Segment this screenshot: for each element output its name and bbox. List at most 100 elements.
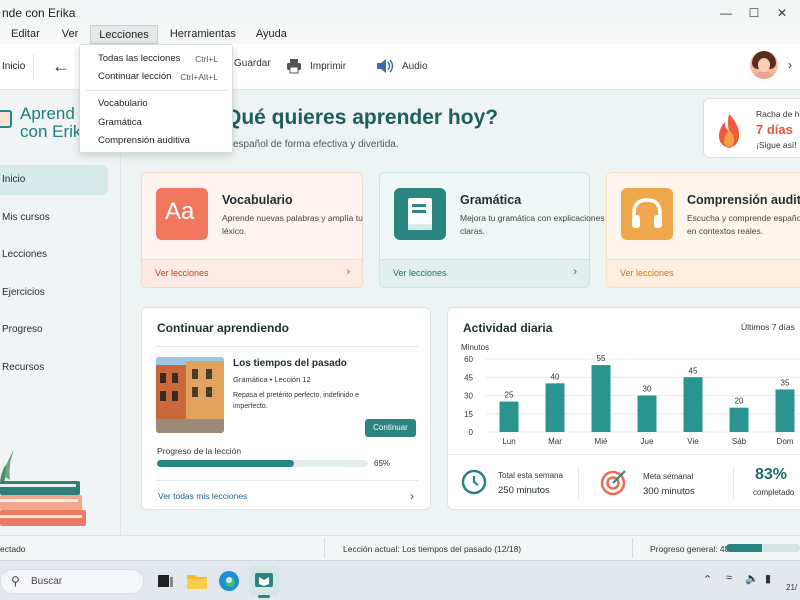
sidebar-item-ejercicios[interactable]: Ejercicios <box>0 278 108 308</box>
menu-lecciones[interactable]: Lecciones <box>90 25 158 44</box>
lecciones-dropdown: Todas las lecciones Ctrl+L Continuar lec… <box>79 44 233 153</box>
wifi-icon[interactable]: ≈ <box>726 572 732 584</box>
menu-ayuda[interactable]: Ayuda <box>248 25 295 44</box>
sidebar-item-mis-cursos[interactable]: Mis cursos <box>0 203 108 233</box>
stat-value: 250 minutos <box>498 485 550 496</box>
card-link[interactable]: Ver lecciones <box>620 268 674 278</box>
books-illustration <box>0 450 86 526</box>
menu-herramientas[interactable]: Herramientas <box>162 25 244 44</box>
panel-title: Continuar aprendiendo <box>157 321 289 335</box>
data-label: 55 <box>597 354 606 363</box>
data-label: 30 <box>643 385 652 394</box>
card-vocabulario[interactable]: Aa Vocabulario Aprende nuevas palabras y… <box>141 172 363 288</box>
chevron-right-icon: › <box>410 489 414 503</box>
status-bar: ectado Lección actual: Los tiempos del p… <box>0 535 800 560</box>
maximize-button[interactable]: ☐ <box>740 0 768 25</box>
dropdown-item-continue-lesson[interactable]: Continuar lección <box>98 71 171 82</box>
card-gramatica[interactable]: Gramática Mejora tu gramática con explic… <box>379 172 605 288</box>
bar-Jue <box>637 395 657 432</box>
data-label: 40 <box>551 372 560 381</box>
minimize-button[interactable]: — <box>712 0 740 25</box>
dropdown-item-listening[interactable]: Comprensión auditiva <box>98 135 190 146</box>
title-bar: nde con Erika — ☐ ✕ <box>0 0 800 25</box>
chevron-right-icon: › <box>573 266 577 278</box>
task-view-icon[interactable] <box>153 569 177 593</box>
main-content: Qué quieres aprender hoy? español de for… <box>121 90 800 535</box>
card-footer[interactable]: Ver lecciones › <box>607 259 800 287</box>
print-button[interactable]: Imprimir <box>286 58 346 74</box>
overall-progress-label: Progreso general: 48% <box>650 544 737 554</box>
card-footer[interactable]: Ver lecciones › <box>142 259 362 287</box>
card-link[interactable]: Ver lecciones <box>155 268 209 278</box>
chevron-right-icon: › <box>346 266 350 278</box>
y-axis-label: Minutos <box>461 343 489 352</box>
app-taskbar-icon[interactable] <box>249 566 279 598</box>
audio-label: Audio <box>402 60 428 72</box>
tray-chevron-up-icon[interactable]: ⌃ <box>703 573 712 586</box>
taskbar-search[interactable]: ⚲ Buscar <box>0 569 144 594</box>
dropdown-item-grammar[interactable]: Gramática <box>98 117 142 128</box>
print-label: Imprimir <box>310 60 347 72</box>
sidebar-item-inicio[interactable]: Inicio <box>0 165 108 195</box>
dropdown-divider <box>86 90 228 91</box>
lesson-thumbnail <box>156 357 224 433</box>
stat-value: 300 minutos <box>643 486 695 497</box>
streak-cheer: ¡Sigue así! <box>756 140 797 150</box>
avatar <box>750 51 778 79</box>
card-description: Aprende nuevas palabras y amplía tu léxi… <box>222 213 363 236</box>
menu-editar[interactable]: Editar <box>3 25 48 44</box>
dropdown-item-all-lessons[interactable]: Todas las lecciones <box>98 53 180 64</box>
taskbar-date[interactable]: 21/ <box>786 583 797 592</box>
book-icon <box>394 188 446 240</box>
home-tab[interactable]: Inicio <box>0 54 34 80</box>
vocabulary-icon: Aa <box>156 188 208 240</box>
card-link[interactable]: Ver lecciones <box>393 268 447 278</box>
progress-percent: 65% <box>374 459 391 468</box>
save-label: Guardar <box>234 58 271 69</box>
close-button[interactable]: ✕ <box>768 0 796 25</box>
connection-status: ectado <box>0 544 26 554</box>
sidebar: Aprend con Erik Inicio Mis cursos Leccio… <box>0 90 121 535</box>
search-placeholder: Buscar <box>31 576 63 587</box>
target-icon <box>600 470 626 496</box>
battery-icon[interactable]: ▮ <box>765 572 771 585</box>
data-label: 45 <box>689 366 698 375</box>
file-explorer-icon[interactable] <box>185 569 209 593</box>
card-title: Comprensión auditiva <box>687 193 800 207</box>
progress-fill <box>157 460 295 467</box>
bar-Vie <box>683 377 703 432</box>
clock-icon <box>461 469 487 495</box>
audio-button[interactable]: Audio <box>376 58 428 74</box>
sidebar-item-progreso[interactable]: Progreso <box>0 315 108 345</box>
lesson-title: Los tiempos del pasado <box>233 358 347 369</box>
dropdown-item-vocabulary[interactable]: Vocabulario <box>98 98 148 109</box>
card-comprension-auditiva[interactable]: Comprensión auditiva Escucha y comprende… <box>606 172 800 288</box>
all-lessons-link[interactable]: Ver todas mis lecciones <box>158 491 247 501</box>
y-tick-label: 15 <box>464 410 473 419</box>
volume-icon[interactable]: 🔈 <box>745 572 759 585</box>
edge-browser-icon[interactable] <box>217 569 241 593</box>
back-arrow-icon[interactable]: ← <box>52 56 70 77</box>
card-footer[interactable]: Ver lecciones › <box>380 259 589 287</box>
overall-progress-bar <box>726 544 800 552</box>
menu-ver[interactable]: Ver <box>54 25 87 44</box>
streak-card: Racha de ho 7 días ¡Sigue así! <box>703 98 800 158</box>
sidebar-item-recursos[interactable]: Recursos <box>0 353 108 383</box>
progress-label: Progreso de la lección <box>157 446 242 456</box>
logo-line-2: con Erik <box>20 122 82 141</box>
app-logo: Aprend con Erik <box>20 105 81 141</box>
x-tick-label: Mié <box>595 437 608 446</box>
user-profile[interactable]: › <box>750 51 792 79</box>
completion-percent: 83% <box>755 466 788 483</box>
bar-Dom <box>775 389 795 432</box>
y-tick-label: 30 <box>464 392 473 401</box>
bar-Lun <box>499 401 519 432</box>
save-button[interactable]: Guardar <box>234 58 271 69</box>
stat-label: Total esta semana <box>498 471 563 480</box>
lesson-description: Repasa el pretérito perfecto, indefinido… <box>233 392 360 410</box>
card-description: Mejora tu gramática con explicaciones cl… <box>460 213 605 236</box>
sidebar-item-lecciones[interactable]: Lecciones <box>0 240 108 270</box>
data-label: 35 <box>781 378 790 387</box>
card-title: Gramática <box>460 193 522 207</box>
continue-button[interactable]: Continuar <box>365 419 416 437</box>
